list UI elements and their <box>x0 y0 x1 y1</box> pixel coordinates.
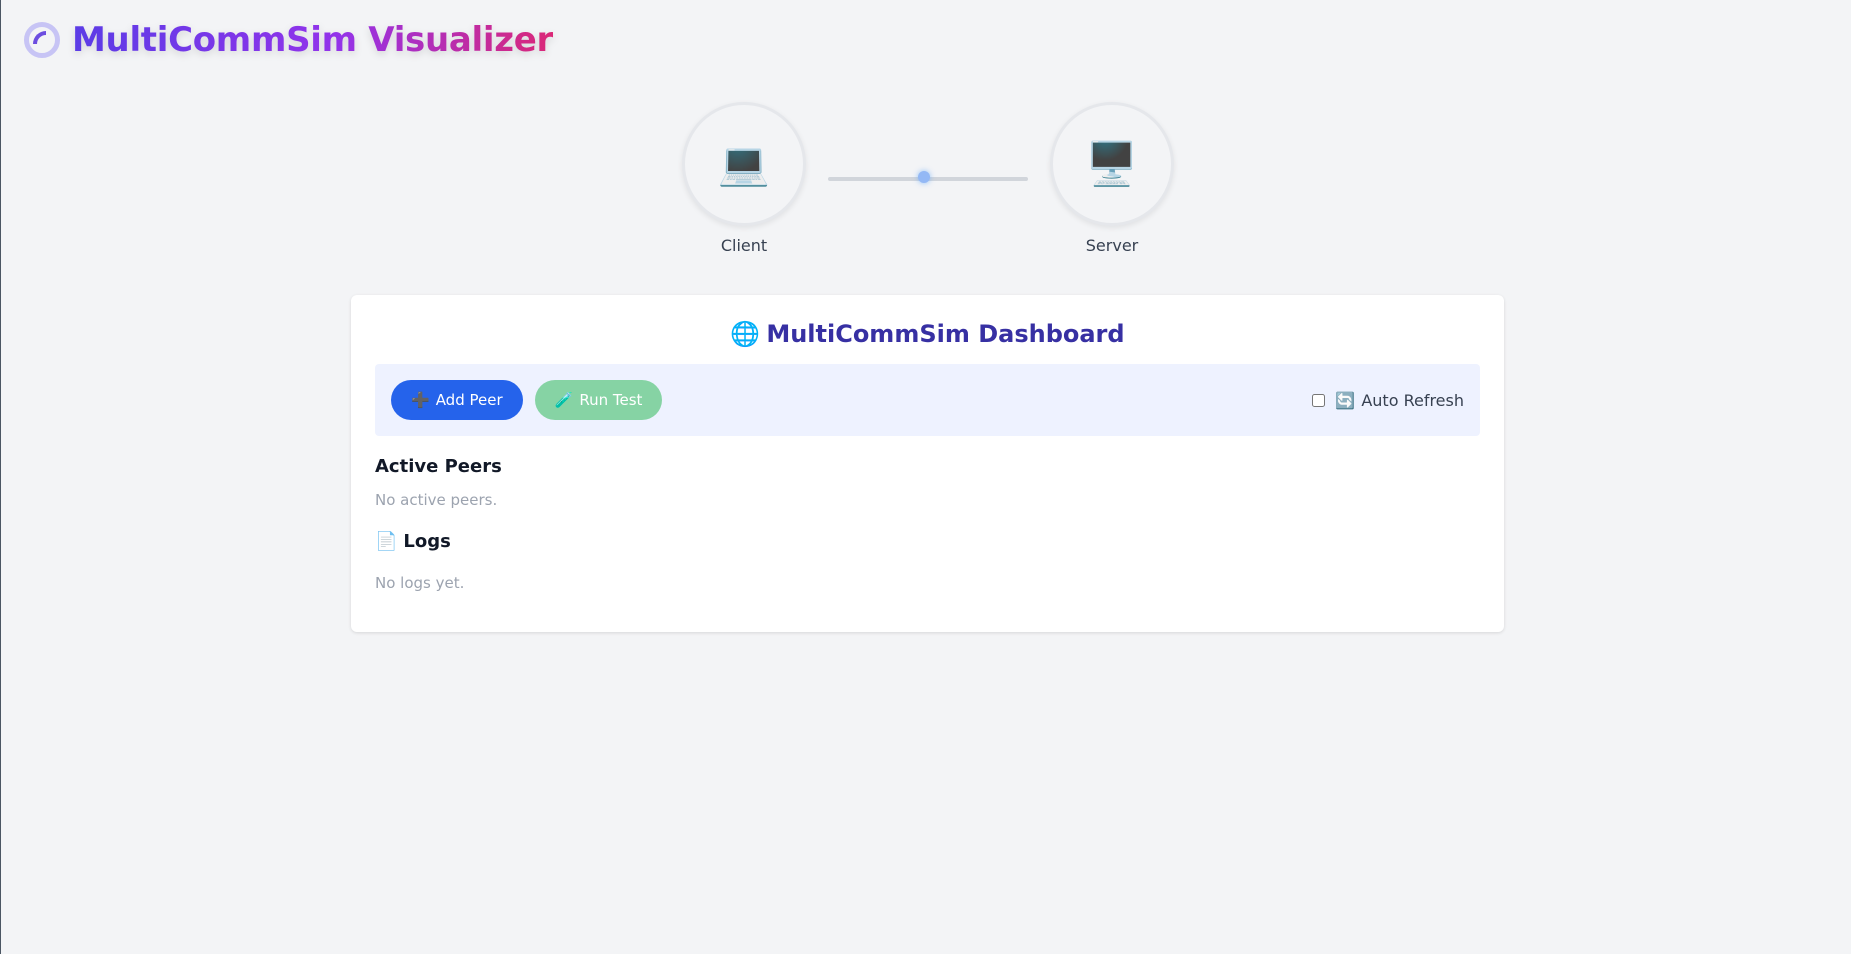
client-node-circle[interactable]: 💻 <box>682 102 806 226</box>
add-peer-button[interactable]: ➕ Add Peer <box>391 380 523 420</box>
desktop-icon: 🖥️ <box>1085 139 1139 188</box>
auto-refresh-label: Auto Refresh <box>1361 390 1464 410</box>
refresh-icon: 🔄 <box>1335 390 1356 410</box>
logs-heading: 📄 Logs <box>375 531 1480 552</box>
server-label: Server <box>1085 236 1139 255</box>
auto-refresh-toggle[interactable]: 🔄 Auto Refresh <box>1312 391 1464 410</box>
active-peers-heading: Active Peers <box>375 456 1480 477</box>
auto-refresh-checkbox[interactable] <box>1312 393 1326 407</box>
dashboard-title: 🌐 MultiCommSim Dashboard <box>375 320 1480 348</box>
packet-dot <box>918 171 930 183</box>
network-topology: 💻 Client 🖥️ Server <box>0 0 1851 260</box>
active-peers-heading-text: Active Peers <box>375 456 502 477</box>
dashboard-title-text: MultiCommSim Dashboard <box>766 320 1125 348</box>
server-node[interactable]: 🖥️ Server <box>1050 102 1174 255</box>
server-node-circle[interactable]: 🖥️ <box>1050 102 1174 226</box>
run-test-label: Run Test <box>579 391 643 409</box>
client-label: Client <box>720 236 768 255</box>
add-peer-label: Add Peer <box>435 391 503 409</box>
document-icon: 📄 <box>375 531 398 552</box>
run-test-button[interactable]: 🧪 Run Test <box>534 380 663 420</box>
logs-empty-text: No logs yet. <box>375 574 465 592</box>
globe-icon: 🌐 <box>730 320 761 348</box>
client-node[interactable]: 💻 Client <box>682 102 806 255</box>
test-tube-icon: 🧪 <box>554 391 574 409</box>
dashboard-card: 🌐 MultiCommSim Dashboard ➕ Add Peer 🧪 Ru… <box>351 295 1504 632</box>
laptop-icon: 💻 <box>717 139 771 188</box>
plus-icon: ➕ <box>411 391 430 409</box>
toolbar: ➕ Add Peer 🧪 Run Test 🔄 Auto Refresh <box>375 364 1480 436</box>
peers-empty-text: No active peers. <box>375 491 498 509</box>
logs-heading-text: Logs <box>403 531 451 552</box>
